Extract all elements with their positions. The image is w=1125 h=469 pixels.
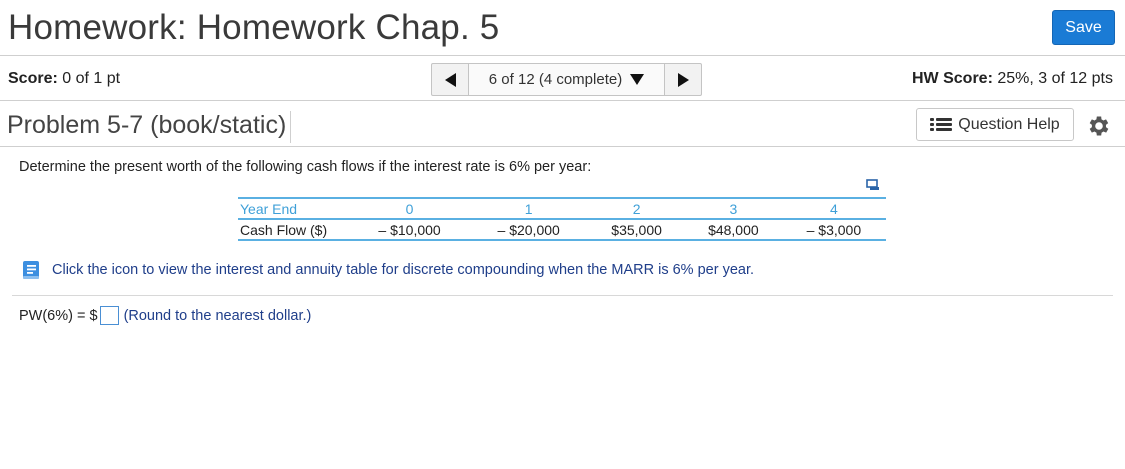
problem-bar: Problem 5-7 (book/static) Question Help [0,102,1125,147]
divider [12,295,1113,296]
row-label: Cash Flow ($) [238,219,350,241]
year-cell: 1 [469,197,589,220]
year-cell: 3 [684,197,782,220]
hw-score-value: 25%, 3 of 12 pts [997,70,1113,87]
page-title: Homework: Homework Chap. 5 [8,8,500,47]
interest-table-link[interactable]: Click the icon to view the interest and … [20,259,754,281]
answer-row: PW(6%) = $ (Round to the nearest dollar.… [19,306,311,325]
hw-score-label: HW Score: [912,70,993,87]
header-label: Year End [238,197,350,220]
answer-prefix: PW(6%) = $ [19,307,98,324]
hw-score: HW Score: 25%, 3 of 12 pts [912,70,1113,88]
interest-table-link-text[interactable]: Click the icon to view the interest and … [52,262,754,278]
title-bar: Homework: Homework Chap. 5 Save [0,0,1125,56]
question-help-label: Question Help [958,115,1060,133]
cash-flow-cell: – $20,000 [469,219,589,241]
previous-question-button[interactable] [432,64,469,95]
year-cell: 4 [781,197,886,220]
question-select-dropdown[interactable]: 6 of 12 (4 complete) [469,64,664,95]
cash-flow-cell: – $10,000 [350,219,470,241]
caret-down-icon [630,74,645,85]
cash-flow-cell: – $3,000 [781,219,886,241]
answer-note: (Round to the nearest dollar.) [123,307,312,324]
cash-flow-cell: $35,000 [588,219,685,241]
list-icon [930,117,953,133]
question-help-button[interactable]: Question Help [916,108,1074,141]
next-question-button[interactable] [664,64,701,95]
table-row: Cash Flow ($) – $10,000 – $20,000 $35,00… [238,219,886,241]
score-value: 0 of 1 pt [62,70,121,87]
cash-flow-cell: $48,000 [684,219,782,241]
arrow-right-icon [677,72,689,87]
question-navigator: 6 of 12 (4 complete) [431,63,702,96]
answer-input[interactable] [99,306,119,325]
year-cell: 2 [588,197,685,220]
score-bar: Score: 0 of 1 pt 6 of 12 (4 complete) HW… [0,57,1125,101]
score-label: Score: [8,70,58,87]
gear-icon[interactable] [1086,113,1112,139]
save-button[interactable]: Save [1052,10,1115,45]
table-header-row: Year End 0 1 2 3 4 [238,197,886,220]
question-position: 6 of 12 (4 complete) [488,71,623,88]
cash-flow-table: Year End 0 1 2 3 4 Cash Flow ($) – $10,0… [238,197,886,241]
problem-title: Problem 5-7 (book/static) [7,111,292,143]
book-icon[interactable] [20,259,42,281]
arrow-left-icon [444,72,456,87]
year-cell: 0 [350,197,470,220]
question-text: Determine the present worth of the follo… [19,159,592,175]
popout-icon[interactable] [866,179,880,191]
score: Score: 0 of 1 pt [8,70,120,88]
